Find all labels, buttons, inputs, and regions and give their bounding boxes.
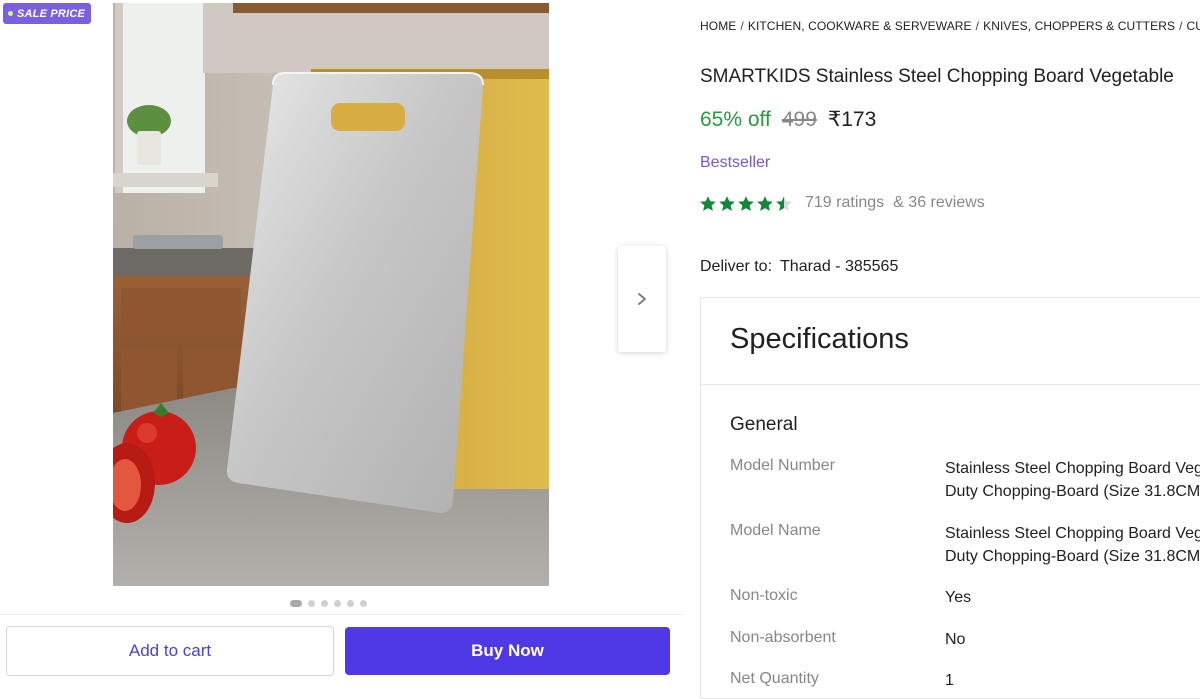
spec-value-line: Duty Chopping-Board (Size 31.8CM xyxy=(945,483,1200,500)
chevron-right-icon xyxy=(638,293,646,305)
bestseller-tag: Bestseller xyxy=(700,154,771,171)
selling-price: ₹173 xyxy=(827,108,877,131)
spec-key-non-toxic: Non-toxic xyxy=(730,587,798,604)
ratings-count: 719 ratings xyxy=(805,194,885,211)
spec-value-line: Stainless Steel Chopping Board Veg xyxy=(945,460,1200,477)
specifications-title: Specifications xyxy=(730,323,909,355)
carousel-dot[interactable] xyxy=(308,600,315,607)
breadcrumb-item-cutters[interactable]: CUTT xyxy=(1187,19,1200,33)
carousel-dot[interactable] xyxy=(321,600,328,607)
badge-dot-icon xyxy=(8,11,13,16)
breadcrumb: HOME / KITCHEN, COOKWARE & SERVEWARE / KNIVE… xyxy=(700,19,1200,33)
image-carousel-dots xyxy=(290,600,367,607)
spec-value-net-quantity: 1 xyxy=(945,672,954,689)
spec-value-model-number: Stainless Steel Chopping Board Veg Duty … xyxy=(945,457,1200,503)
carousel-dot[interactable] xyxy=(360,600,367,607)
star-icon xyxy=(776,195,792,211)
spec-value-model-name: Stainless Steel Chopping Board Veg Duty … xyxy=(945,522,1200,568)
discount-percent: 65% off xyxy=(700,108,771,131)
rating-row[interactable]: 719 ratings & 36 reviews xyxy=(699,194,985,212)
spec-key-net-quantity: Net Quantity xyxy=(730,670,819,687)
specifications-divider xyxy=(701,384,1200,385)
carousel-dot[interactable] xyxy=(290,600,302,607)
add-to-cart-button[interactable]: Add to cart xyxy=(6,626,334,676)
spec-value-line: Stainless Steel Chopping Board Veg xyxy=(945,525,1200,542)
next-image-button[interactable] xyxy=(618,246,666,352)
breadcrumb-item-knives[interactable]: KNIVES, CHOPPERS & CUTTERS xyxy=(983,19,1175,33)
original-price: 499 xyxy=(781,108,817,131)
star-icon xyxy=(719,195,735,211)
spec-section-general: General xyxy=(730,414,798,435)
product-title: SMARTKIDS Stainless Steel Chopping Board… xyxy=(700,66,1174,87)
star-icon xyxy=(757,195,773,211)
sale-price-badge: SALE PRICE xyxy=(3,3,92,24)
deliver-to-label: Deliver to: xyxy=(700,258,773,275)
delivery-location[interactable]: Deliver to: Tharad - 385565 xyxy=(700,258,898,276)
spec-key-model-name: Model Name xyxy=(730,522,821,539)
price-row: 65% off 499 ₹173 xyxy=(700,107,876,132)
star-icon xyxy=(738,195,754,211)
reviews-count: & 36 reviews xyxy=(893,194,985,211)
product-image[interactable] xyxy=(113,3,549,586)
carousel-dot[interactable] xyxy=(334,600,341,607)
breadcrumb-item-home[interactable]: HOME xyxy=(700,19,736,33)
buy-now-button[interactable]: Buy Now xyxy=(345,627,670,675)
delivery-pincode: Tharad - 385565 xyxy=(780,258,899,275)
star-rating xyxy=(699,195,794,212)
spec-value-line: Duty Chopping-Board (Size 31.8CM xyxy=(945,548,1200,565)
star-icon xyxy=(700,195,716,211)
spec-key-model-number: Model Number xyxy=(730,457,835,474)
carousel-dot[interactable] xyxy=(347,600,354,607)
breadcrumb-item-kitchen[interactable]: KITCHEN, COOKWARE & SERVEWARE xyxy=(748,19,972,33)
spec-key-non-absorbent: Non-absorbent xyxy=(730,629,836,646)
spec-value-non-toxic: Yes xyxy=(945,589,972,606)
spec-value-non-absorbent: No xyxy=(945,631,966,648)
sale-price-label: SALE PRICE xyxy=(17,7,86,20)
